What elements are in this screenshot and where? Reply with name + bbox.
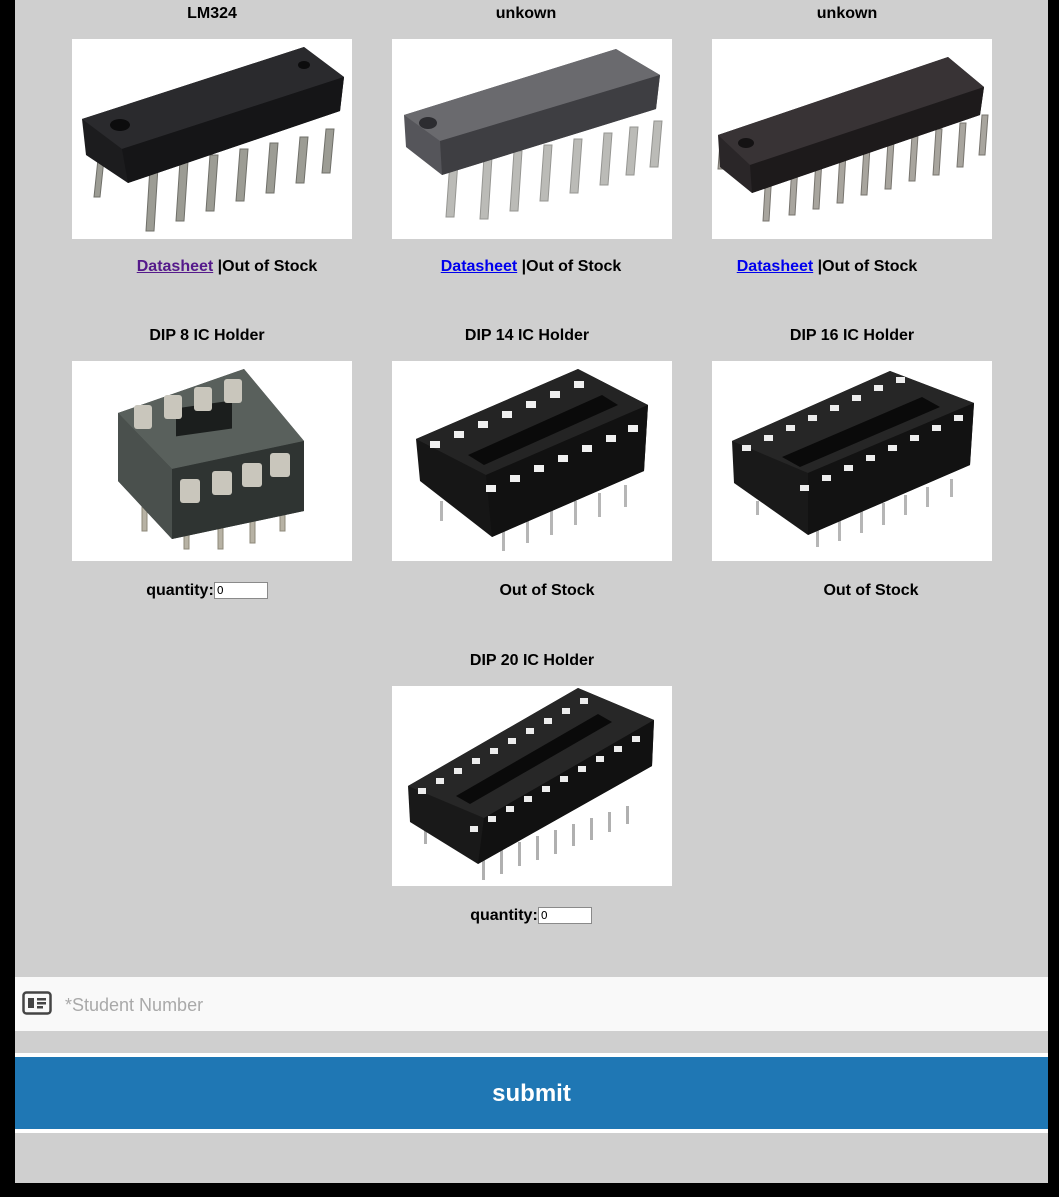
dip14-socket-icon (392, 361, 672, 561)
product-title: DIP 8 IC Holder (149, 327, 265, 344)
stock-status: Out of Stock (823, 582, 919, 599)
dip20-socket-icon (392, 686, 672, 886)
stock-row: Out of Stock (712, 582, 1030, 600)
quantity-input[interactable] (537, 907, 592, 925)
student-number-input[interactable] (63, 985, 1037, 1025)
quantity-row: quantity: (72, 582, 342, 600)
stock-status: Out of Stock (499, 582, 595, 599)
id-card-icon (22, 991, 52, 1015)
dip16-socket-icon (712, 361, 992, 561)
datasheet-link[interactable]: Datasheet (441, 258, 517, 275)
product-title: DIP 16 IC Holder (789, 327, 915, 344)
stock-row: Out of Stock (392, 582, 702, 600)
stock-status: Out of Stock (222, 258, 318, 275)
product-title: LM324 (187, 5, 237, 22)
product-title: DIP 20 IC Holder (469, 652, 595, 669)
student-number-row (15, 977, 1048, 1031)
stock-status: Out of Stock (822, 258, 918, 275)
datasheet-link[interactable]: Datasheet (737, 258, 813, 275)
product-title: unkown (495, 5, 557, 22)
quantity-label: quantity: (146, 582, 214, 599)
datasheet-link[interactable]: Datasheet (137, 258, 213, 275)
quantity-label: quantity: (470, 907, 538, 924)
quantity-input[interactable] (213, 582, 268, 600)
product-meta: Datasheet |Out of Stock (72, 258, 382, 276)
submit-container: submit (15, 1053, 1048, 1133)
dip8-socket-icon (72, 361, 352, 561)
product-meta: Datasheet |Out of Stock (712, 258, 942, 276)
stock-status: Out of Stock (526, 258, 622, 275)
product-title: DIP 14 IC Holder (464, 327, 590, 344)
dip14-ic-chip-icon (72, 39, 352, 239)
dip20-ic-chip-icon (712, 39, 992, 239)
submit-button[interactable]: submit (15, 1057, 1048, 1129)
product-meta: Datasheet |Out of Stock (386, 258, 676, 276)
quantity-row: quantity: (392, 907, 670, 925)
product-title: unkown (816, 5, 878, 22)
dip16-ic-chip-icon (392, 39, 672, 239)
